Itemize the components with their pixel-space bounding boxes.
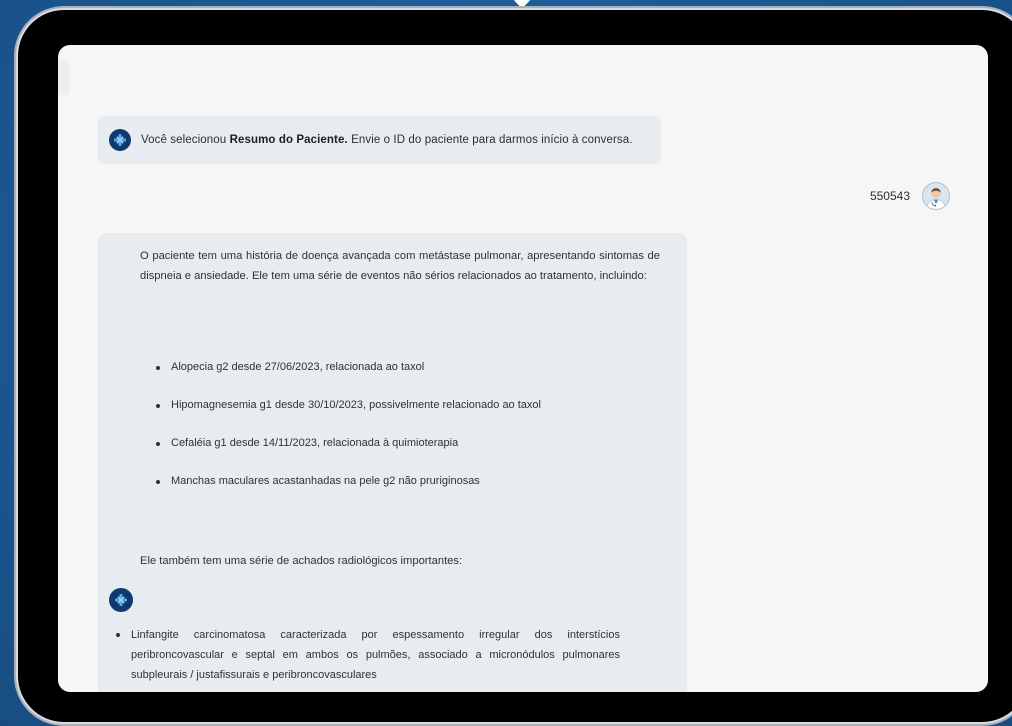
intro-prefix: Você selecionou xyxy=(141,134,230,146)
sidebar-toggle[interactable] xyxy=(58,59,70,95)
device-background: Você selecionou Resumo do Paciente. Envi… xyxy=(0,0,1012,726)
list-item: Linfangite carcinomatosa caracterizada p… xyxy=(116,625,620,685)
radiology-findings-list: Linfangite carcinomatosa caracterizada p… xyxy=(116,625,620,685)
user-message: 550543 xyxy=(870,182,950,210)
list-item: Manchas maculares acastanhadas na pele g… xyxy=(156,475,541,513)
bot-answer-message: O paciente tem uma história de doença av… xyxy=(98,233,687,692)
intro-selected-option: Resumo do Paciente. xyxy=(229,134,348,146)
medical-cross-icon xyxy=(109,588,133,612)
user-message-text: 550543 xyxy=(869,189,910,203)
list-item: Alopecia g2 desde 27/06/2023, relacionad… xyxy=(156,361,541,399)
intro-suffix: Envie o ID do paciente para darmos iníci… xyxy=(347,134,633,146)
bot-intro-text: Você selecionou Resumo do Paciente. Envi… xyxy=(141,134,633,146)
list-item: Hipomagnesemia g1 desde 30/10/2023, poss… xyxy=(156,399,541,437)
answer-paragraph-1: O paciente tem uma história de doença av… xyxy=(140,250,660,282)
answer-paragraph-2: Ele também tem uma série de achados radi… xyxy=(140,555,463,567)
doctor-avatar xyxy=(922,182,950,210)
medical-cross-icon xyxy=(109,129,131,151)
list-item: Cefaléia g1 desde 14/11/2023, relacionad… xyxy=(156,437,541,475)
chat-screen: Você selecionou Resumo do Paciente. Envi… xyxy=(58,45,988,692)
adverse-events-list: Alopecia g2 desde 27/06/2023, relacionad… xyxy=(156,361,541,513)
bot-intro-message: Você selecionou Resumo do Paciente. Envi… xyxy=(98,116,661,164)
notch-marker xyxy=(513,0,531,9)
